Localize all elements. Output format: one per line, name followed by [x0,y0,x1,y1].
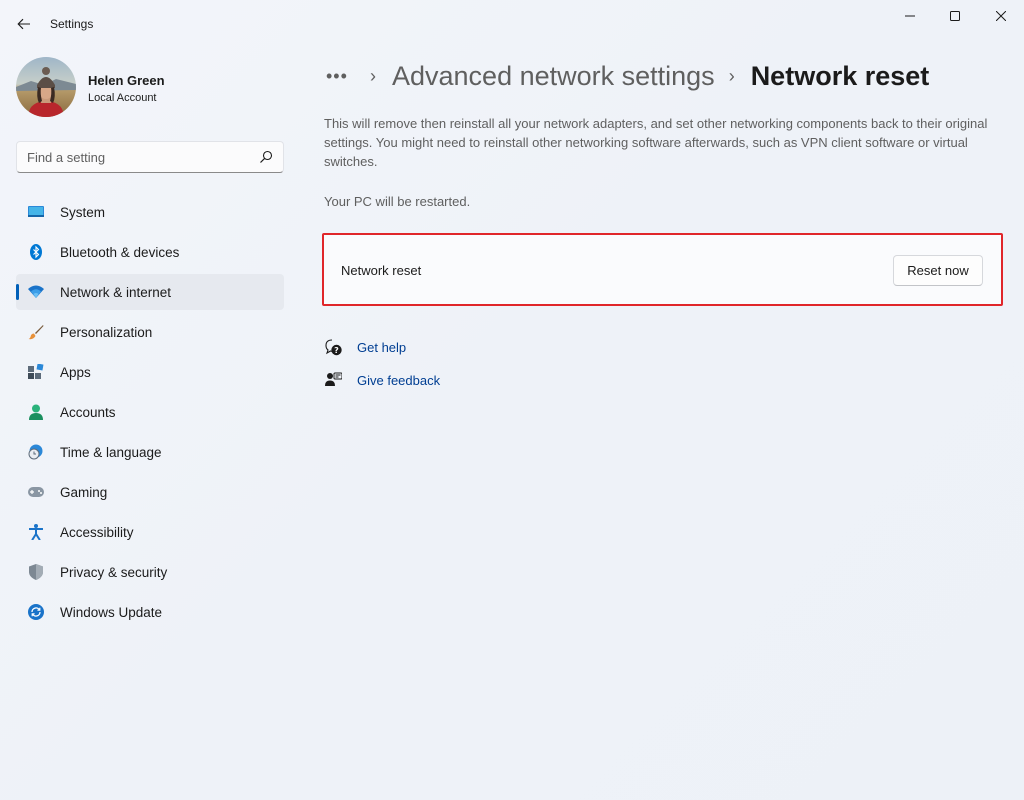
sidebar-item-privacy-security[interactable]: Privacy & security [16,554,284,590]
user-profile: Helen Green Local Account [16,57,286,117]
svg-text:?: ? [334,346,339,355]
breadcrumb-more-button[interactable]: ••• [326,66,356,87]
breadcrumb: ••• › Advanced network settings › Networ… [326,58,929,94]
restart-note: Your PC will be restarted. [324,194,471,209]
sidebar-nav: System Bluetooth & devices Network & int… [16,194,284,634]
sidebar-item-label: Apps [60,364,91,380]
sidebar-item-label: Accounts [60,404,116,420]
give-feedback-link[interactable]: Give feedback [324,370,440,390]
sidebar-item-label: Bluetooth & devices [60,244,180,260]
network-reset-label: Network reset [341,263,422,278]
update-icon [28,604,44,620]
accessibility-icon [28,524,44,540]
back-arrow-icon [17,18,30,30]
sidebar-item-label: Personalization [60,324,153,340]
sidebar-item-label: Privacy & security [60,564,168,580]
search-icon [260,150,273,163]
close-button[interactable] [978,0,1024,32]
sidebar-item-personalization[interactable]: Personalization [16,314,284,350]
minimize-button[interactable] [887,0,933,32]
sidebar-item-label: Network & internet [60,284,172,300]
gamepad-icon [28,484,44,500]
give-feedback-label[interactable]: Give feedback [357,373,440,388]
breadcrumb-parent-link[interactable]: Advanced network settings [392,61,715,92]
search-box[interactable] [16,141,284,173]
sidebar-item-accounts[interactable]: Accounts [16,394,284,430]
title-bar: Settings [0,0,1024,48]
user-name: Helen Green [88,73,165,88]
sidebar-item-label: Gaming [60,484,108,500]
person-icon [28,404,44,420]
wifi-icon [28,284,44,300]
account-type: Local Account [88,92,157,104]
breadcrumb-separator: › [370,65,376,86]
sidebar-item-gaming[interactable]: Gaming [16,474,284,510]
back-button[interactable] [8,10,40,38]
globe-clock-icon [28,444,44,460]
sidebar-item-label: Windows Update [60,604,163,620]
sidebar-item-system[interactable]: System [16,194,284,230]
sidebar-item-label: System [60,204,106,220]
page-title: Network reset [750,60,930,91]
sidebar-item-apps[interactable]: Apps [16,354,284,390]
shield-icon [28,564,44,580]
system-icon [28,204,44,220]
breadcrumb-separator: › [728,65,735,86]
help-icon: ? [324,338,342,356]
minimize-icon [905,15,915,17]
sidebar-item-time-language[interactable]: Time & language [16,434,284,470]
maximize-icon [950,11,960,21]
get-help-link[interactable]: ? Get help [324,337,406,357]
sidebar-item-network[interactable]: Network & internet [16,274,284,310]
close-icon [996,11,1006,21]
sidebar-item-windows-update[interactable]: Windows Update [16,594,284,630]
brush-icon [28,324,44,340]
bluetooth-icon [28,244,44,260]
sidebar-item-label: Accessibility [60,524,134,540]
maximize-button[interactable] [932,0,978,32]
reset-description: This will remove then reinstall all your… [324,116,988,169]
get-help-label[interactable]: Get help [357,340,406,355]
reset-now-button[interactable]: Reset now [893,255,983,286]
search-input[interactable] [27,148,247,166]
sidebar-item-bluetooth[interactable]: Bluetooth & devices [16,234,284,270]
sidebar-item-accessibility[interactable]: Accessibility [16,514,284,550]
avatar[interactable] [16,57,76,117]
apps-icon [28,364,44,380]
feedback-icon [324,371,342,389]
app-title: Settings [50,17,94,31]
network-reset-card: Network reset Reset now [322,233,1003,306]
sidebar-item-label: Time & language [60,444,162,460]
